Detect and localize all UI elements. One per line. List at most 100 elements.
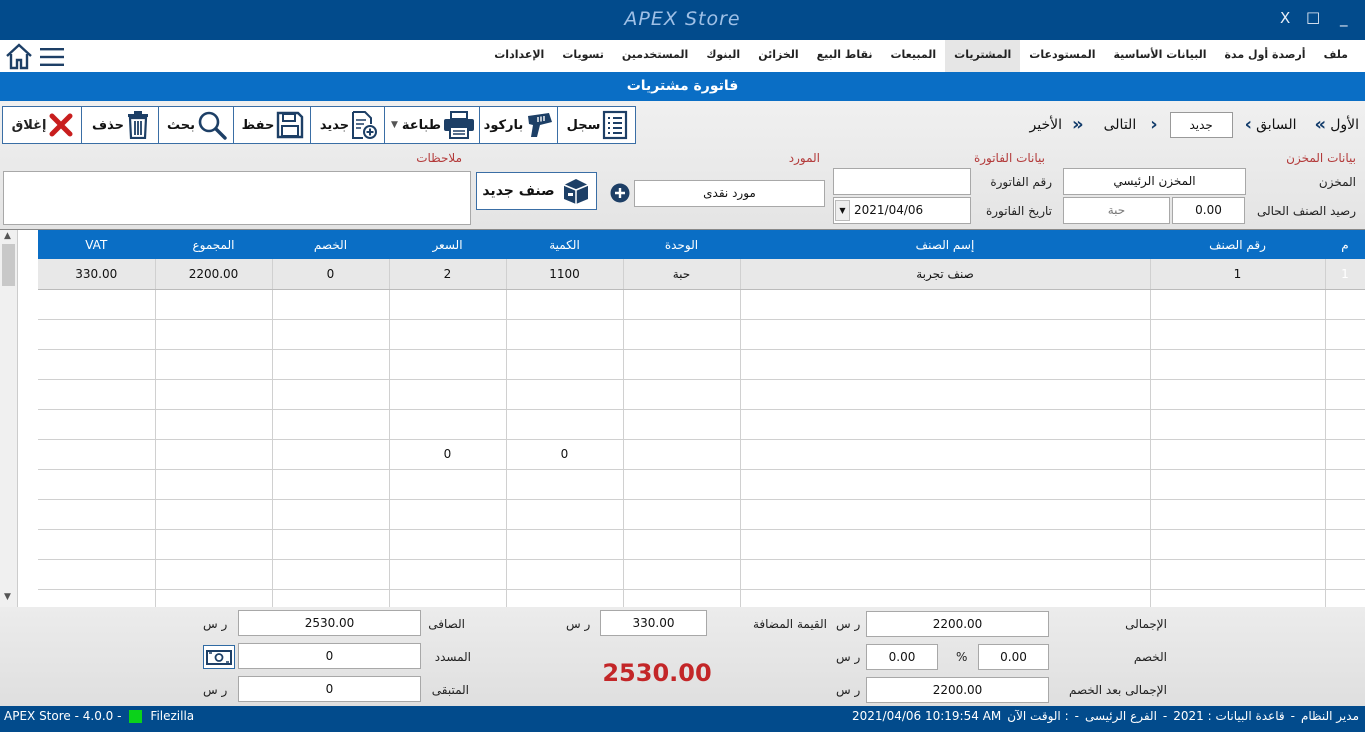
- table-cell[interactable]: [740, 439, 1151, 470]
- table-cell[interactable]: [38, 499, 156, 530]
- close-button[interactable]: إغلاق: [2, 106, 82, 144]
- table-cell[interactable]: [1150, 469, 1326, 500]
- column-header[interactable]: إسم الصنف: [740, 230, 1151, 259]
- menu-tab[interactable]: أرصدة أول مدة: [1216, 40, 1315, 72]
- table-cell[interactable]: [38, 559, 156, 590]
- table-cell[interactable]: [506, 289, 624, 320]
- table-cell[interactable]: [1325, 409, 1365, 440]
- table-cell[interactable]: [38, 289, 156, 320]
- column-header[interactable]: السعر: [389, 230, 507, 259]
- table-cell[interactable]: [506, 349, 624, 380]
- table-cell[interactable]: [155, 559, 273, 590]
- table-cell[interactable]: [506, 319, 624, 350]
- cash-icon[interactable]: [203, 645, 235, 669]
- plus-circle-icon[interactable]: [610, 183, 630, 203]
- discount-percent-input[interactable]: 0.00: [978, 644, 1049, 670]
- column-header[interactable]: المجموع: [155, 230, 273, 259]
- barcode-button[interactable]: باركود: [479, 106, 558, 144]
- table-cell[interactable]: [1150, 559, 1326, 590]
- table-row[interactable]: 00: [38, 439, 1365, 470]
- column-header[interactable]: الوحدة: [623, 230, 741, 259]
- scroll-thumb[interactable]: [2, 244, 15, 286]
- table-cell[interactable]: [1325, 379, 1365, 410]
- table-cell[interactable]: [740, 289, 1151, 320]
- date-dropdown-icon[interactable]: ▼: [835, 200, 850, 221]
- menu-tab[interactable]: المبيعات: [882, 40, 946, 72]
- window-close-button[interactable]: X: [1280, 9, 1290, 27]
- table-cell[interactable]: [506, 559, 624, 590]
- menu-tab[interactable]: المستودعات: [1020, 40, 1104, 72]
- window-maximize-button[interactable]: □: [1306, 8, 1320, 26]
- menu-tab[interactable]: الخزائن: [749, 40, 807, 72]
- hamburger-icon[interactable]: [40, 47, 64, 67]
- table-cell[interactable]: [1150, 409, 1326, 440]
- table-row[interactable]: [38, 289, 1365, 320]
- table-cell[interactable]: [740, 469, 1151, 500]
- table-cell[interactable]: [389, 469, 507, 500]
- table-cell[interactable]: [623, 349, 741, 380]
- home-icon[interactable]: [4, 42, 34, 70]
- table-cell[interactable]: [38, 349, 156, 380]
- table-cell[interactable]: [740, 499, 1151, 530]
- new-button[interactable]: جديد: [310, 106, 385, 144]
- table-cell[interactable]: [1325, 349, 1365, 380]
- table-cell[interactable]: [1150, 289, 1326, 320]
- table-cell[interactable]: [38, 319, 156, 350]
- table-row[interactable]: [38, 529, 1365, 560]
- table-cell[interactable]: [740, 379, 1151, 410]
- table-cell[interactable]: 0: [272, 259, 390, 290]
- menu-tab[interactable]: البيانات الأساسية: [1104, 40, 1215, 72]
- menu-tab[interactable]: البنوك: [697, 40, 749, 72]
- nav-first[interactable]: « الأول: [1311, 116, 1359, 134]
- table-cell[interactable]: [389, 499, 507, 530]
- table-cell[interactable]: [740, 349, 1151, 380]
- table-cell[interactable]: [740, 409, 1151, 440]
- table-cell[interactable]: [506, 409, 624, 440]
- table-cell[interactable]: [272, 469, 390, 500]
- table-cell[interactable]: [389, 289, 507, 320]
- menu-tab[interactable]: المستخدمين: [613, 40, 697, 72]
- table-row[interactable]: [38, 349, 1365, 380]
- table-row[interactable]: [38, 409, 1365, 440]
- table-cell[interactable]: 0: [389, 439, 507, 470]
- table-cell[interactable]: صنف تجربة: [740, 259, 1151, 290]
- notes-textarea[interactable]: [3, 171, 471, 225]
- search-button[interactable]: بحث: [158, 106, 234, 144]
- table-cell[interactable]: [38, 379, 156, 410]
- delete-button[interactable]: حذف: [81, 106, 159, 144]
- paid-input[interactable]: 0: [238, 643, 421, 669]
- table-cell[interactable]: [623, 439, 741, 470]
- scroll-up-icon[interactable]: ▲: [4, 231, 11, 241]
- table-cell[interactable]: 1100: [506, 259, 624, 290]
- table-cell[interactable]: [155, 439, 273, 470]
- table-cell[interactable]: حبة: [623, 259, 741, 290]
- menu-tab[interactable]: نقاط البيع: [808, 40, 882, 72]
- column-header[interactable]: VAT: [38, 230, 156, 259]
- table-cell[interactable]: [623, 409, 741, 440]
- table-cell[interactable]: 1: [1150, 259, 1326, 290]
- column-header[interactable]: م: [1325, 230, 1365, 259]
- table-row[interactable]: [38, 559, 1365, 590]
- table-cell[interactable]: [623, 319, 741, 350]
- print-dropdown-icon[interactable]: ▼: [389, 120, 400, 130]
- table-cell[interactable]: [38, 469, 156, 500]
- table-cell[interactable]: [389, 319, 507, 350]
- table-cell[interactable]: [623, 529, 741, 560]
- table-cell[interactable]: [389, 379, 507, 410]
- menu-tab[interactable]: الإعدادات: [485, 40, 553, 72]
- table-cell[interactable]: [1325, 319, 1365, 350]
- table-cell[interactable]: [272, 379, 390, 410]
- table-cell[interactable]: [623, 379, 741, 410]
- print-button[interactable]: ▼ طباعة: [384, 106, 480, 144]
- table-cell[interactable]: [155, 469, 273, 500]
- table-cell[interactable]: [506, 379, 624, 410]
- table-cell[interactable]: 2: [389, 259, 507, 290]
- table-cell[interactable]: [1325, 499, 1365, 530]
- vertical-scrollbar[interactable]: ▲ ▼: [0, 230, 18, 608]
- table-cell[interactable]: [1150, 529, 1326, 560]
- new-item-button[interactable]: صنف جديد: [476, 172, 597, 210]
- table-cell[interactable]: 2200.00: [155, 259, 273, 290]
- log-button[interactable]: سجل: [557, 106, 636, 144]
- table-cell[interactable]: [272, 409, 390, 440]
- table-cell[interactable]: [740, 319, 1151, 350]
